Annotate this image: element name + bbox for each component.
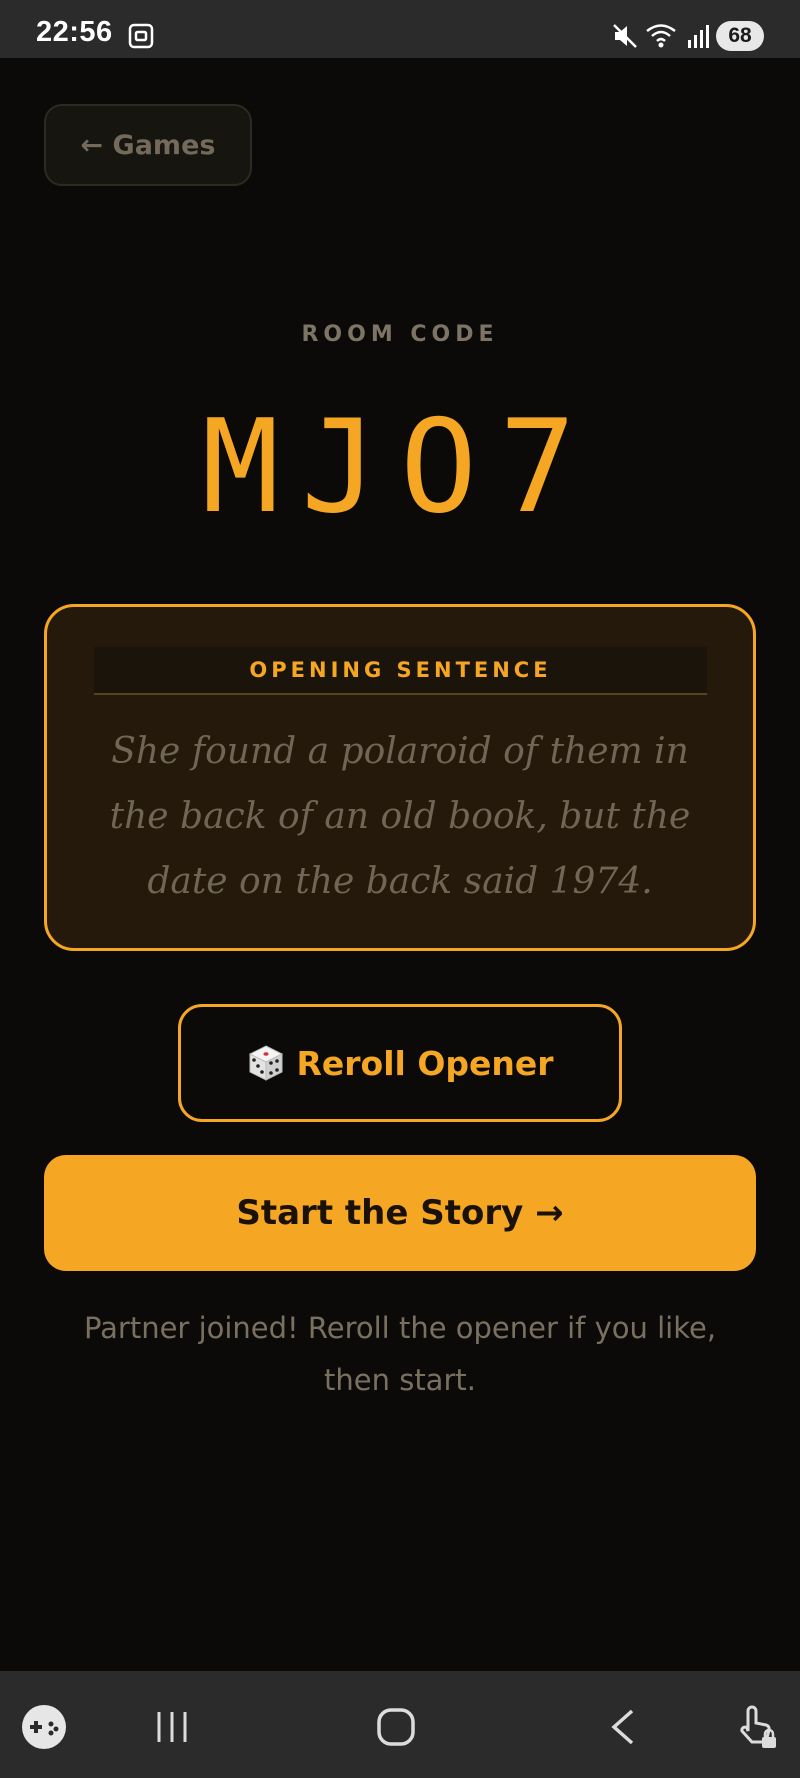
recent-apps-icon[interactable] [152,1707,192,1747]
signal-icon [688,25,709,48]
screenshot-icon [128,23,154,49]
mute-icon [613,24,637,48]
start-story-button[interactable]: Start the Story → [44,1155,756,1271]
battery-indicator: 68 [716,21,764,51]
room-code: MJO7 [201,393,599,542]
reroll-opener-label: Reroll Opener [296,1043,554,1083]
opening-sentence-text: She found a polaroid of them in the back… [109,731,691,902]
opening-sentence-heading: OPENING SENTENCE [94,647,707,695]
navigation-bar [0,1671,800,1778]
status-bar: 22:56 68 [0,0,800,58]
dice-icon [249,1045,284,1081]
room-code-label: ROOM CODE [301,322,499,347]
status-message: Partner joined! Reroll the opener if you… [83,1311,717,1397]
home-icon[interactable] [374,1705,418,1749]
reroll-opener-button[interactable]: Reroll Opener [178,1004,622,1122]
wifi-icon [646,24,676,48]
touch-lock-icon[interactable] [734,1701,780,1751]
opening-sentence-card: OPENING SENTENCE She found a polaroid of… [44,604,756,951]
game-controller-icon[interactable] [20,1703,68,1751]
back-to-games-button[interactable]: ← Games [44,104,252,186]
status-time: 22:56 [36,16,113,48]
back-icon[interactable] [604,1707,644,1747]
